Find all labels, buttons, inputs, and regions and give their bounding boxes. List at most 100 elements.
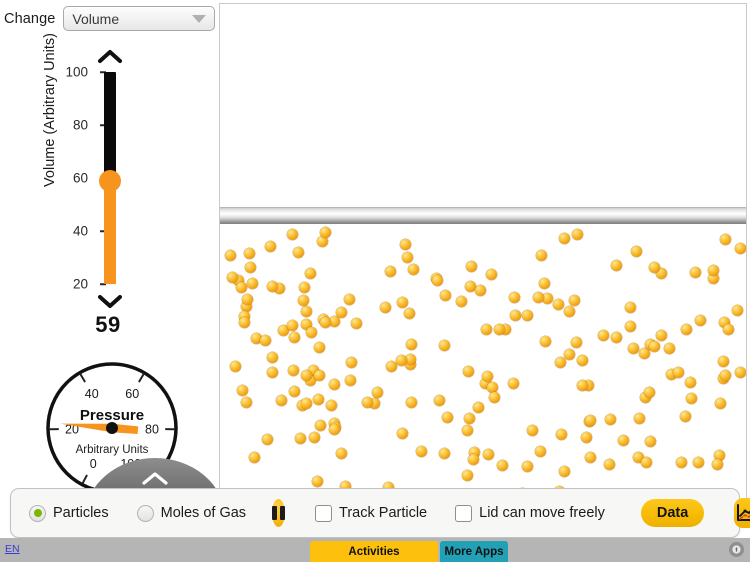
pause-button[interactable] [272, 499, 286, 527]
slider-handle[interactable] [99, 169, 121, 192]
gas-particle [711, 459, 723, 470]
gas-particle [267, 367, 279, 379]
slider-track-fill [104, 180, 116, 284]
language-link[interactable]: EN [5, 543, 20, 555]
gas-particle [345, 375, 357, 387]
gas-particle [644, 436, 656, 448]
gas-particle [598, 329, 610, 341]
gas-particle [345, 356, 357, 368]
checkbox-lid-move-freely[interactable]: Lid can move freely [455, 504, 605, 522]
lid-move-checkbox[interactable] [455, 504, 473, 522]
gas-particle [385, 361, 397, 372]
gas-particle [305, 268, 316, 280]
gas-particle [405, 396, 417, 408]
gauge-units-label: Arbitrary Units [76, 444, 149, 456]
gas-particle [717, 355, 729, 367]
checkbox-track-particle[interactable]: Track Particle [315, 504, 428, 522]
gas-particle [432, 275, 444, 287]
gas-particle [719, 233, 731, 245]
gas-particle [301, 306, 313, 318]
gas-particle [685, 393, 697, 405]
gas-particle [673, 367, 685, 379]
gauge-title: Pressure [80, 407, 144, 424]
gas-particle [225, 250, 237, 262]
change-select-value: Volume [72, 10, 120, 27]
gas-particle [245, 261, 257, 273]
gas-particle [539, 336, 551, 348]
radio-moles-button[interactable] [136, 504, 154, 522]
simulation-container[interactable] [219, 3, 747, 527]
gas-particle [466, 261, 477, 273]
gas-particle [319, 317, 331, 329]
gas-particle [464, 413, 476, 424]
gas-particle [485, 269, 497, 280]
gas-particle [461, 470, 473, 482]
chevron-up-icon [142, 472, 168, 485]
gas-particle [455, 295, 467, 307]
data-button[interactable]: Data [640, 499, 705, 527]
container-lid[interactable] [220, 207, 746, 224]
gas-particle [680, 410, 692, 422]
gas-particle [298, 281, 310, 293]
gas-particle [260, 334, 271, 346]
gas-particle [286, 320, 298, 332]
gas-particle [288, 385, 300, 397]
gas-particle [462, 365, 474, 377]
track-particle-checkbox[interactable] [315, 504, 333, 522]
gas-particle [483, 448, 495, 460]
gas-simulation-app: Change Volume 100 80 60 40 20 Volume (Ar… [0, 0, 750, 562]
gas-particle [287, 229, 299, 241]
gas-particle [407, 263, 419, 275]
gas-particle [309, 432, 321, 444]
gas-particle [685, 377, 697, 389]
slider-tick-label: 80 [72, 117, 88, 133]
gas-particle [399, 239, 411, 251]
gas-particle [300, 398, 312, 410]
gas-particle [404, 308, 416, 320]
gas-particle [559, 233, 571, 245]
radio-particles[interactable]: Particles [29, 504, 109, 522]
gas-particle [439, 290, 451, 302]
control-bar: Particles Moles of Gas Track Particle Li… [10, 488, 750, 538]
radio-particles-label: Particles [53, 505, 109, 521]
gas-particle [584, 414, 596, 426]
pause-icon [280, 506, 286, 520]
gas-particle [663, 342, 675, 354]
gas-particle [570, 336, 582, 348]
info-button[interactable] [729, 542, 744, 557]
slider-value-readout: 59 [95, 312, 121, 337]
gas-particle [732, 305, 744, 317]
gas-particle [611, 260, 623, 271]
gas-particle [735, 366, 746, 378]
radio-selected-dot [33, 509, 42, 517]
gas-particle [539, 277, 551, 289]
gas-chamber[interactable] [220, 224, 746, 527]
gas-particle [380, 301, 392, 313]
tab-activities[interactable]: Activities [310, 541, 438, 562]
gas-particle [325, 400, 337, 412]
gas-particle [294, 432, 306, 444]
graph-button[interactable] [734, 498, 750, 528]
left-control-panel: Change Volume 100 80 60 40 20 Volume (Ar… [0, 0, 225, 536]
track-particle-label: Track Particle [339, 505, 428, 521]
radio-particles-button[interactable] [29, 504, 46, 522]
slider-tick-label: 40 [72, 223, 88, 239]
gas-particle [415, 445, 427, 457]
gas-particle [542, 292, 554, 304]
gas-particle [238, 316, 250, 328]
gas-particle [694, 314, 706, 326]
gas-particle [625, 320, 637, 332]
gas-particle [563, 348, 575, 360]
tab-more-apps[interactable]: More Apps [440, 541, 508, 562]
slider-decrease-button[interactable] [92, 290, 128, 312]
radio-moles-of-gas[interactable]: Moles of Gas [136, 504, 246, 522]
change-variable-select[interactable]: Volume [63, 6, 216, 31]
gas-particle [617, 435, 629, 447]
gas-particle [533, 291, 545, 303]
gas-particle [482, 370, 494, 382]
gas-particle [329, 379, 341, 390]
gas-particle [441, 411, 453, 423]
gas-particle [328, 424, 340, 435]
gas-particle [604, 459, 615, 471]
gas-particle [689, 266, 701, 278]
